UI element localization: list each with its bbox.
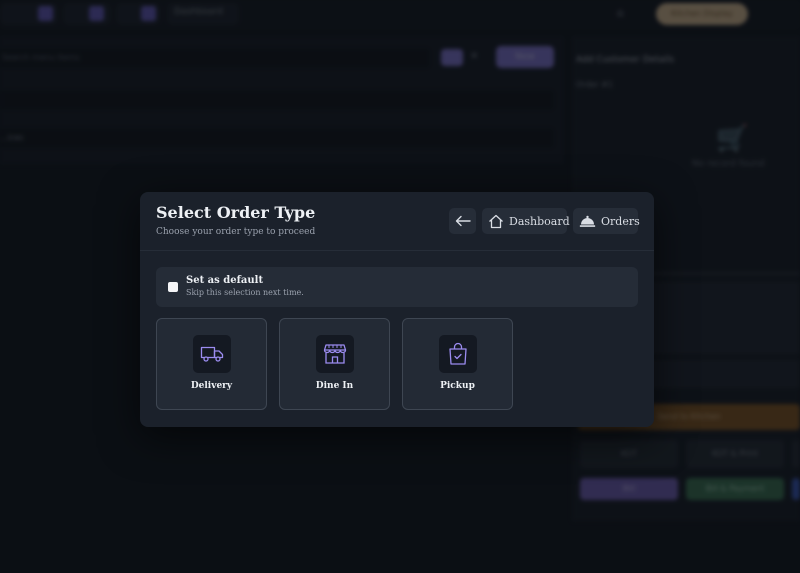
modal-title: Select Order Type <box>156 203 316 222</box>
set-default-label: Set as default <box>186 275 264 286</box>
storefront-icon <box>316 335 354 373</box>
order-type-pickup[interactable]: Pickup <box>402 318 513 410</box>
modal-subtitle: Choose your order type to proceed <box>156 227 316 237</box>
set-default-row[interactable]: Set as default Skip this selection next … <box>156 267 638 307</box>
delivery-label: Delivery <box>190 381 233 391</box>
dine-in-label: Dine In <box>315 381 354 391</box>
home-icon <box>488 214 504 229</box>
order-type-dine-in[interactable]: Dine In <box>279 318 390 410</box>
modal-header: Select Order Type Choose your order type… <box>140 192 654 251</box>
cloche-icon <box>579 215 596 228</box>
truck-icon <box>193 335 231 373</box>
set-default-checkbox[interactable] <box>168 282 178 292</box>
set-default-sublabel: Skip this selection next time. <box>186 288 304 297</box>
dashboard-button[interactable]: Dashboard <box>482 208 570 234</box>
orders-button[interactable]: Orders <box>573 208 640 234</box>
back-button[interactable] <box>449 208 476 234</box>
orders-button-label: Orders <box>601 214 640 228</box>
order-type-modal: Select Order Type Choose your order type… <box>140 192 654 427</box>
arrow-left-icon <box>455 215 471 227</box>
shopping-bag-icon <box>439 335 477 373</box>
pickup-label: Pickup <box>440 381 475 391</box>
order-type-delivery[interactable]: Delivery <box>156 318 267 410</box>
dashboard-button-label: Dashboard <box>509 214 570 228</box>
